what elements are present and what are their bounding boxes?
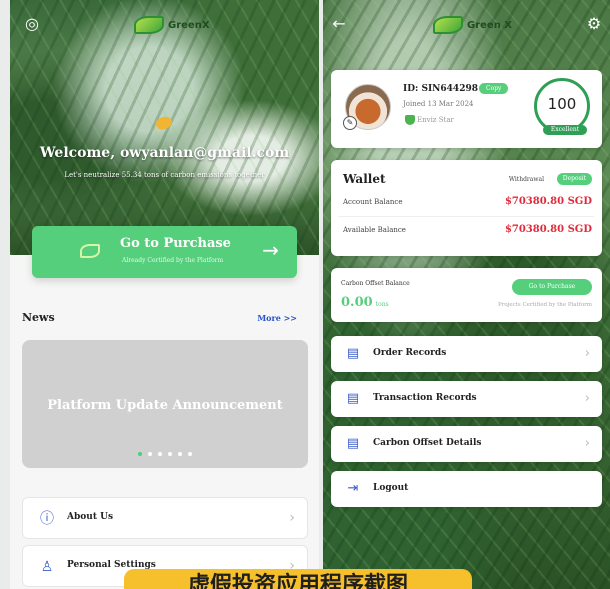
leaf-logo-icon <box>433 16 463 34</box>
divider <box>339 216 594 217</box>
banner-title: Platform Update Announcement <box>47 398 283 413</box>
credit-score-gauge: 100 Excellent <box>534 78 590 135</box>
warning-caption: 虚假投资应用程序截图 <box>124 569 472 589</box>
carousel-dot[interactable] <box>168 452 172 456</box>
arrow-right-icon: → <box>262 238 279 262</box>
offset-label: Carbon Offset Balance <box>341 280 410 287</box>
wallet-title: Wallet <box>343 172 386 186</box>
carousel-dot[interactable] <box>178 452 182 456</box>
offset-amount: 0.00 <box>341 295 373 310</box>
info-circle-icon: ⓘ <box>40 511 54 527</box>
score-level: Excellent <box>543 125 587 135</box>
chevron-right-icon: › <box>289 510 295 526</box>
home-screen: ◎ GreenX Welcome, owyanlan@gmail.com Let… <box>10 0 319 589</box>
purchase-subtitle: Already Certified by the Platform <box>122 257 224 264</box>
chevron-right-icon: › <box>584 346 590 361</box>
carbon-offset-card: Carbon Offset Balance 0.00 tons Go to Pur… <box>331 268 602 322</box>
screenshot-root: ◎ GreenX Welcome, owyanlan@gmail.com Let… <box>0 0 610 589</box>
go-to-purchase-button[interactable]: Go to Purchase Already Certified by the … <box>32 226 297 278</box>
ledger-icon: ▤ <box>346 436 360 451</box>
menu-label: Logout <box>373 483 409 493</box>
menu-label: Carbon Offset Details <box>373 438 482 448</box>
carousel-dot[interactable] <box>138 452 142 456</box>
carousel-dot[interactable] <box>148 452 152 456</box>
welcome-subtitle: Let's neutralize 55.34 tons of carbon em… <box>64 171 265 179</box>
go-to-purchase-button[interactable]: Go to Purchase <box>512 279 592 295</box>
user-settings-icon: ♙ <box>40 559 54 575</box>
carousel-dot[interactable] <box>188 452 192 456</box>
account-balance-label: Account Balance <box>343 198 403 206</box>
edit-avatar-icon[interactable]: ✎ <box>343 116 357 130</box>
back-arrow-icon[interactable]: ← <box>329 14 349 34</box>
score-value: 100 <box>547 95 577 113</box>
wallet-card: Wallet Withdrawal Deposit Account Balanc… <box>331 160 602 256</box>
logout-icon: ⇥ <box>347 481 359 496</box>
account-balance-value: $70380.80 SGD <box>504 196 592 207</box>
badge-label: Enviz Star <box>417 116 454 124</box>
account-screen: ← Green X ⚙ ✎ ID: SIN644298 Copy Joined … <box>323 0 610 589</box>
settings-gear-icon[interactable]: ⚙ <box>584 14 604 34</box>
about-us-item[interactable]: ⓘ About Us › <box>22 497 308 539</box>
brand-logo: GreenX <box>134 14 210 36</box>
headset-icon[interactable]: ◎ <box>22 14 42 34</box>
news-heading: News <box>22 311 55 324</box>
menu-label: Order Records <box>373 348 447 358</box>
carousel-dots <box>22 441 308 460</box>
available-balance-label: Available Balance <box>343 226 406 234</box>
document-icon: ▤ <box>346 346 360 361</box>
member-badge: Enviz Star <box>405 115 454 125</box>
joined-date: Joined 13 Mar 2024 <box>403 100 474 108</box>
purchase-title: Go to Purchase <box>120 236 231 251</box>
account-balance-row: Account Balance $70380.80 SGD <box>343 196 592 207</box>
welcome-block: Welcome, owyanlan@gmail.com Let's neutra… <box>10 145 319 179</box>
copy-id-button[interactable]: Copy <box>479 83 509 94</box>
leaf-icon <box>80 244 100 258</box>
menu-label: Transaction Records <box>373 393 477 403</box>
profile-card: ✎ ID: SIN644298 Copy Joined 13 Mar 2024 … <box>331 70 602 148</box>
list-icon: ▤ <box>346 391 360 406</box>
brand-logo: Green X <box>433 14 512 36</box>
deposit-button[interactable]: Deposit <box>556 173 592 185</box>
certified-note: Projects Certified by the Platform <box>498 302 592 308</box>
available-balance-value: $70380.80 SGD <box>504 224 592 235</box>
logout-item[interactable]: ⇥ Logout <box>331 471 602 507</box>
user-id: ID: SIN644298 <box>403 84 478 94</box>
more-news-link[interactable]: More >> <box>257 313 297 323</box>
top-bar: ← Green X ⚙ <box>323 14 610 38</box>
shield-icon <box>405 115 415 125</box>
available-balance-row: Available Balance $70380.80 SGD <box>343 224 592 235</box>
brand-name: GreenX <box>168 19 210 31</box>
news-banner[interactable]: Platform Update Announcement <box>22 340 308 468</box>
brand-name: Green X <box>467 19 513 31</box>
offset-unit: tons <box>375 301 389 308</box>
chevron-right-icon: › <box>584 436 590 451</box>
order-records-item[interactable]: ▤ Order Records › <box>331 336 602 372</box>
withdrawal-link[interactable]: Withdrawal <box>509 176 544 183</box>
chevron-right-icon: › <box>584 391 590 406</box>
leaf-logo-icon <box>134 16 164 34</box>
menu-label: About Us <box>67 512 114 522</box>
carousel-dot[interactable] <box>158 452 162 456</box>
welcome-title: Welcome, owyanlan@gmail.com <box>39 145 290 161</box>
offset-value: 0.00 tons <box>341 295 389 310</box>
top-bar: ◎ GreenX <box>10 14 319 38</box>
transaction-records-item[interactable]: ▤ Transaction Records › <box>331 381 602 417</box>
carbon-offset-details-item[interactable]: ▤ Carbon Offset Details › <box>331 426 602 462</box>
